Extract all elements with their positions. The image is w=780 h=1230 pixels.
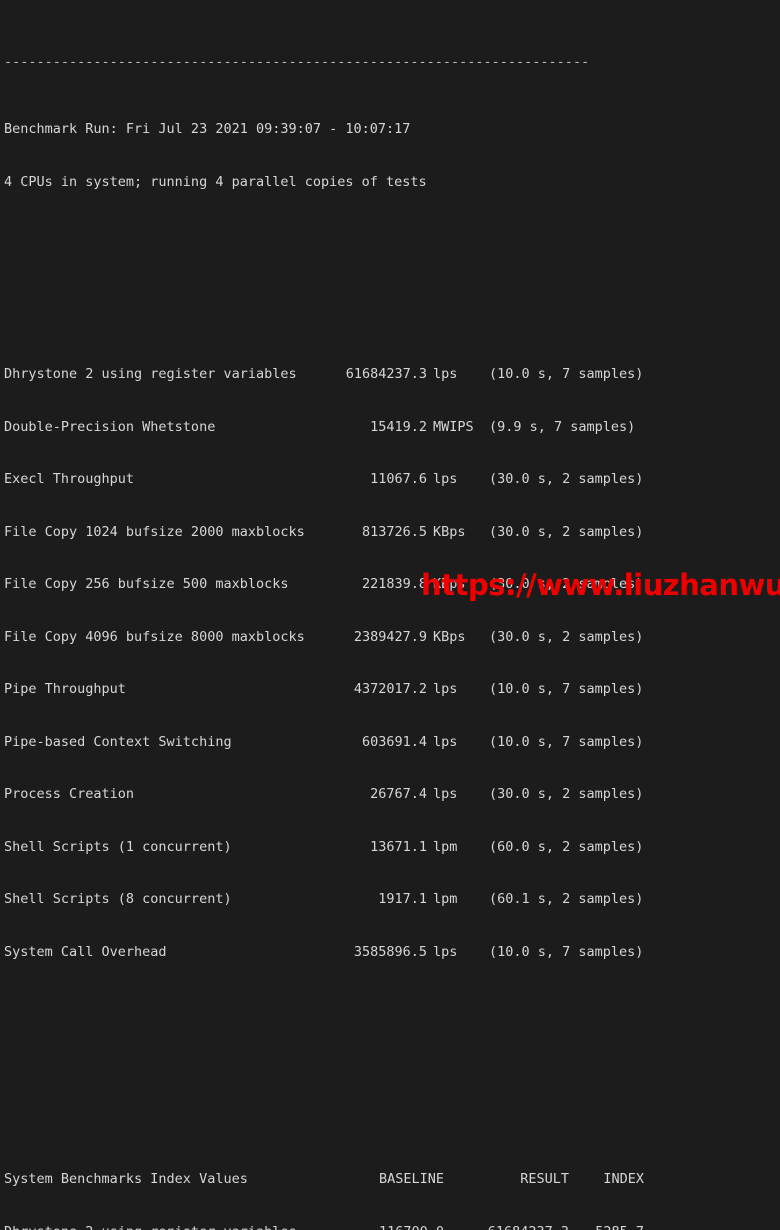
benchmark-value: 1917.1 [319,891,427,909]
table-row: Dhrystone 2 using register variables 116… [4,1224,780,1230]
separator-rule-top: ----------------------------------------… [4,56,780,69]
cpu-info-header: 4 CPUs in system; running 4 parallel cop… [4,174,780,192]
benchmark-name: Dhrystone 2 using register variables [4,366,319,384]
index-section-title: System Benchmarks Index Values [4,1171,352,1189]
benchmark-unit: lpm [427,839,489,857]
baseline-value: 116700.0 [352,1224,444,1230]
benchmark-name: Shell Scripts (8 concurrent) [4,891,319,909]
benchmark-value: 15419.2 [319,419,427,437]
benchmark-name: Shell Scripts (1 concurrent) [4,839,319,857]
benchmark-samples: (30.0 s, 2 samples) [489,629,643,647]
benchmark-value: 61684237.3 [319,366,427,384]
benchmark-samples: (60.0 s, 2 samples) [489,839,643,857]
benchmark-samples: (10.0 s, 7 samples) [489,681,643,699]
benchmark-samples: (30.0 s, 2 samples) [489,471,643,489]
spacer-2 [4,1049,780,1067]
table-row: Dhrystone 2 using register variables 616… [4,366,780,384]
index-value: 5285.7 [569,1224,644,1230]
table-row: Pipe Throughput 4372017.2 lps (10.0 s, 7… [4,681,780,699]
benchmark-name: Execl Throughput [4,471,319,489]
benchmark-name: Pipe Throughput [4,681,319,699]
benchmark-detail-table: Dhrystone 2 using register variables 616… [4,331,780,996]
table-row: Shell Scripts (8 concurrent) 1917.1 lpm … [4,891,780,909]
table-row: Shell Scripts (1 concurrent) 13671.1 lpm… [4,839,780,857]
benchmark-value: 11067.6 [319,471,427,489]
site-watermark: https://www.liuzhanwu.cn [421,568,780,602]
table-row: Execl Throughput 11067.6 lps (30.0 s, 2 … [4,471,780,489]
benchmark-name: Dhrystone 2 using register variables [4,1224,352,1230]
benchmark-run-header: Benchmark Run: Fri Jul 23 2021 09:39:07 … [4,121,780,139]
benchmark-name: Process Creation [4,786,319,804]
benchmark-samples: (10.0 s, 7 samples) [489,366,643,384]
benchmark-value: 2389427.9 [319,629,427,647]
index-values-table: System Benchmarks Index Values BASELINE … [4,1136,780,1230]
benchmark-value: 26767.4 [319,786,427,804]
benchmark-unit: lps [427,786,489,804]
result-value: 61684237.3 [444,1224,569,1230]
benchmark-name: Double-Precision Whetstone [4,419,319,437]
benchmark-unit: lps [427,734,489,752]
benchmark-unit: lpm [427,891,489,909]
benchmark-value: 221839.8 [319,576,427,594]
benchmark-unit: lps [427,366,489,384]
benchmark-unit: lps [427,944,489,962]
benchmark-unit: KBps [427,524,489,542]
benchmark-samples: (30.0 s, 2 samples) [489,524,643,542]
benchmark-name: Pipe-based Context Switching [4,734,319,752]
benchmark-value: 603691.4 [319,734,427,752]
benchmark-name: System Call Overhead [4,944,319,962]
benchmark-name: File Copy 256 bufsize 500 maxblocks [4,576,319,594]
terminal-window: ----------------------------------------… [0,0,780,615]
benchmark-value: 4372017.2 [319,681,427,699]
table-row: System Call Overhead 3585896.5 lps (10.0… [4,944,780,962]
column-header-index: INDEX [569,1171,644,1189]
index-table-header: System Benchmarks Index Values BASELINE … [4,1171,780,1189]
table-row: Pipe-based Context Switching 603691.4 lp… [4,734,780,752]
benchmark-samples: (60.1 s, 2 samples) [489,891,643,909]
benchmark-name: File Copy 4096 bufsize 8000 maxblocks [4,629,319,647]
benchmark-samples: (30.0 s, 2 samples) [489,786,643,804]
benchmark-unit: KBps [427,629,489,647]
table-row: File Copy 4096 bufsize 8000 maxblocks 23… [4,629,780,647]
benchmark-samples: (10.0 s, 7 samples) [489,944,643,962]
column-header-result: RESULT [444,1171,569,1189]
benchmark-value: 813726.5 [319,524,427,542]
benchmark-samples: (9.9 s, 7 samples) [489,419,635,437]
table-row: Process Creation 26767.4 lps (30.0 s, 2 … [4,786,780,804]
benchmark-name: File Copy 1024 bufsize 2000 maxblocks [4,524,319,542]
benchmark-value: 13671.1 [319,839,427,857]
benchmark-unit: lps [427,471,489,489]
benchmark-unit: lps [427,681,489,699]
table-row: Double-Precision Whetstone 15419.2 MWIPS… [4,419,780,437]
benchmark-unit: MWIPS [427,419,489,437]
benchmark-value: 3585896.5 [319,944,427,962]
table-row: File Copy 1024 bufsize 2000 maxblocks 81… [4,524,780,542]
column-header-baseline: BASELINE [352,1171,444,1189]
spacer-1 [4,244,780,262]
benchmark-samples: (10.0 s, 7 samples) [489,734,643,752]
